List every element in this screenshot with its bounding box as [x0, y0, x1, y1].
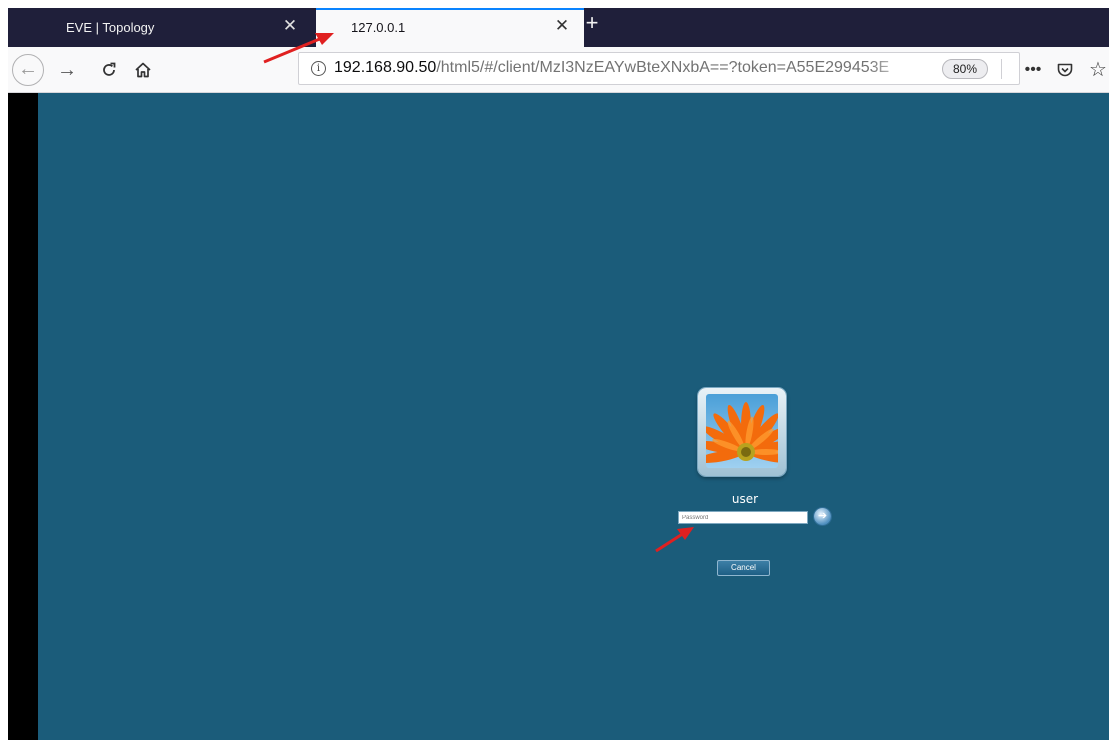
home-icon: [135, 62, 151, 78]
active-tab-indicator: [316, 8, 584, 10]
info-icon[interactable]: i: [311, 61, 326, 76]
remote-desktop-border: [8, 93, 38, 740]
home-button[interactable]: [128, 55, 158, 85]
page-actions-button[interactable]: •••: [1018, 55, 1048, 85]
tab-title: EVE | Topology: [66, 20, 155, 35]
arrow-right-icon: ➔: [817, 510, 828, 522]
url-host: 192.168.90.50: [334, 59, 437, 76]
tab-eve-topology[interactable]: EVE | Topology ✕: [51, 8, 316, 47]
close-icon[interactable]: ✕: [280, 16, 300, 36]
submit-login-button[interactable]: ➔: [814, 508, 831, 525]
divider: [1001, 59, 1002, 79]
url-fade: [869, 56, 914, 82]
url-text[interactable]: 192.168.90.50/html5/#/client/MzI3NzEAYwB…: [334, 59, 909, 77]
navigation-toolbar: ← → i 192.168.90.50/html5/#/client/MzI3N…: [8, 47, 1109, 93]
tab-127-0-0-1[interactable]: 127.0.0.1 ✕: [316, 8, 584, 47]
zoom-level-badge[interactable]: 80%: [942, 59, 988, 79]
username-label: user: [731, 492, 759, 506]
arrow-right-icon: →: [57, 59, 77, 81]
reload-icon: [103, 62, 116, 76]
pocket-button[interactable]: [1050, 55, 1080, 85]
password-input[interactable]: [678, 511, 808, 524]
address-bar[interactable]: i 192.168.90.50/html5/#/client/MzI3NzEAY…: [298, 52, 1020, 85]
plus-icon: +: [585, 10, 599, 35]
arrow-left-icon: ←: [18, 58, 38, 80]
back-button[interactable]: ←: [12, 54, 44, 86]
remote-desktop-screen[interactable]: [38, 93, 1109, 740]
forward-button[interactable]: →: [52, 55, 82, 85]
cancel-button[interactable]: Cancel: [717, 560, 770, 576]
url-path: /html5/#/client/MzI3NzEAYwBteXNxbA==?tok…: [436, 59, 890, 76]
more-horizontal-icon: •••: [1024, 61, 1042, 78]
star-icon: ☆: [1089, 59, 1107, 81]
pocket-icon: [1057, 63, 1073, 77]
tab-bar: EVE | Topology ✕ 127.0.0.1 ✕: [8, 8, 1109, 47]
bookmark-button[interactable]: ☆: [1083, 55, 1109, 85]
reload-button[interactable]: [94, 55, 124, 85]
close-icon[interactable]: ✕: [552, 16, 572, 36]
user-avatar: [698, 388, 786, 476]
new-tab-button[interactable]: +: [578, 8, 606, 38]
flower-picture: [706, 394, 778, 468]
tab-title: 127.0.0.1: [351, 20, 406, 35]
